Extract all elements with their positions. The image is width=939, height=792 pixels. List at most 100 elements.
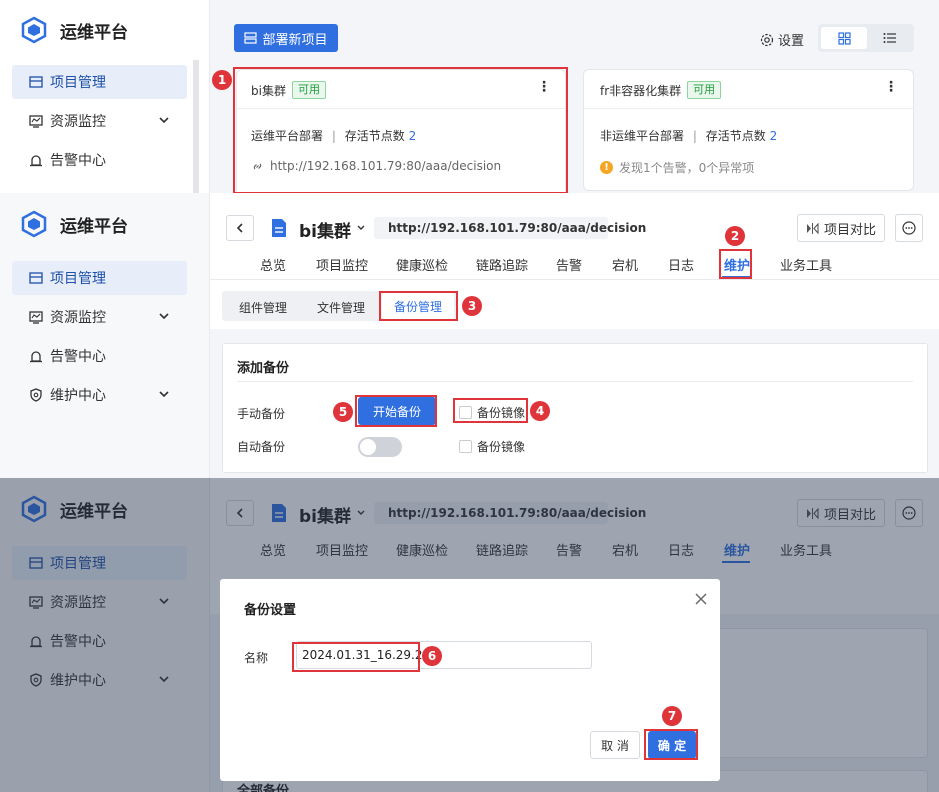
nodes-label: 存活节点数 <box>705 129 766 143</box>
nav-item-resource[interactable]: 资源监控 <box>12 104 187 138</box>
brand-name: 运维平台 <box>60 22 128 43</box>
nav-item-alert-label: 告警中心 <box>50 153 106 169</box>
tab-business-tools[interactable]: 业务工具 <box>780 255 832 274</box>
card-divider <box>584 108 913 109</box>
auto-mirror-label: 备份镜像 <box>477 440 526 454</box>
close-icon[interactable] <box>694 592 708 606</box>
grid-icon <box>837 31 851 45</box>
settings-label: 设置 <box>778 34 805 49</box>
document-icon <box>272 219 286 237</box>
compare-label: 项目对比 <box>823 222 876 238</box>
tab-alert[interactable]: 告警 <box>556 255 582 274</box>
settings-button[interactable]: 设置 <box>760 30 804 49</box>
view-toggle <box>818 24 914 52</box>
grid-view-button[interactable] <box>821 27 867 49</box>
section-title: 添加备份 <box>237 361 290 376</box>
annotation-box-4 <box>453 398 528 423</box>
deploy-project-button[interactable]: 部署新项目 <box>234 24 338 52</box>
subtab-components[interactable]: 组件管理 <box>239 299 287 316</box>
back-button[interactable] <box>226 215 254 241</box>
toggle-knob <box>360 439 376 455</box>
annotation-box-3 <box>379 291 458 321</box>
monitor-icon <box>28 309 44 325</box>
panel-backup-management: 运维平台 项目管理 资源监控 告警中心 维护中心 bi集群 http://192… <box>0 193 939 478</box>
alarm-icon <box>28 348 44 364</box>
name-label: 名称 <box>244 651 269 665</box>
alarm-icon <box>28 152 44 168</box>
list-icon <box>883 33 896 43</box>
nav-item-project-label: 项目管理 <box>50 271 106 287</box>
nav-item-alert[interactable]: 告警中心 <box>12 339 187 373</box>
card-alert: ! 发现1个告警，0个异常项 <box>600 159 754 176</box>
step-badge-1: 1 <box>212 70 232 90</box>
tab-health-check[interactable]: 健康巡检 <box>396 255 448 274</box>
card-info: 非运维平台部署 | 存活节点数 2 <box>600 127 777 144</box>
deploy-type: 非运维平台部署 <box>600 129 685 143</box>
shield-icon <box>28 387 44 403</box>
status-badge: 可用 <box>687 81 722 99</box>
panel-backup-dialog: 运维平台 项目管理 资源监控 告警中心 维护中心 bi集群 http://192… <box>0 478 939 792</box>
brand-logo-icon <box>21 210 47 238</box>
nav-item-project[interactable]: 项目管理 <box>12 261 187 295</box>
step-badge-4: 4 <box>530 401 550 421</box>
nav-item-resource-label: 资源监控 <box>50 310 106 326</box>
panel-project-list: 运维平台 项目管理 资源监控 告警中心 部署新项目 设置 bi集群 可用 ⋮ 运… <box>0 0 939 193</box>
tab-downtime[interactable]: 宕机 <box>612 255 638 274</box>
alert-text: 发现1个告警，0个异常项 <box>619 161 755 175</box>
nav-item-maintain[interactable]: 维护中心 <box>12 378 187 412</box>
tab-overview[interactable]: 总览 <box>260 255 286 274</box>
annotation-box-7 <box>644 729 698 760</box>
cancel-button[interactable]: 取 消 <box>590 731 640 759</box>
card-header: fr非容器化集群 可用 <box>600 81 722 99</box>
warning-icon: ! <box>600 161 613 174</box>
more-icon[interactable]: ⋮ <box>884 79 898 95</box>
chevron-left-icon <box>236 223 243 233</box>
compare-icon <box>806 222 819 234</box>
sidebar-scrollbar[interactable] <box>193 60 199 193</box>
chevron-down-icon <box>159 117 169 124</box>
step-badge-6: 6 <box>422 646 442 666</box>
sidebar: 运维平台 项目管理 资源监控 告警中心 <box>0 0 210 193</box>
more-button[interactable] <box>895 214 923 242</box>
project-title: bi集群 <box>299 222 351 242</box>
sidebar: 运维平台 项目管理 资源监控 告警中心 维护中心 <box>0 193 210 478</box>
auto-backup-label: 自动备份 <box>237 440 286 454</box>
compare-button[interactable]: 项目对比 <box>797 214 885 242</box>
step-badge-3: 3 <box>462 296 482 316</box>
annotation-box-6 <box>292 642 420 672</box>
step-badge-5: 5 <box>333 402 353 422</box>
card-title: fr非容器化集群 <box>600 83 682 98</box>
tab-trace[interactable]: 链路追踪 <box>476 255 528 274</box>
nav-item-resource[interactable]: 资源监控 <box>12 300 187 334</box>
step-badge-2: 2 <box>725 226 745 246</box>
gear-icon <box>760 33 774 46</box>
list-view-button[interactable] <box>868 27 912 49</box>
project-icon <box>28 270 44 286</box>
auto-mirror-checkbox[interactable]: 备份镜像 <box>459 438 525 455</box>
project-url[interactable]: http://192.168.101.79:80/aaa/decision <box>374 217 646 239</box>
dialog-title: 备份设置 <box>244 603 297 618</box>
chevron-down-icon <box>159 313 169 320</box>
nav-item-project[interactable]: 项目管理 <box>12 65 187 99</box>
section-divider <box>237 381 913 382</box>
project-card-fr[interactable]: fr非容器化集群 可用 ⋮ 非运维平台部署 | 存活节点数 2 ! 发现1个告警… <box>583 69 914 191</box>
nav-item-project-label: 项目管理 <box>50 75 106 91</box>
chevron-down-icon[interactable] <box>356 223 366 233</box>
manual-backup-label: 手动备份 <box>237 407 286 421</box>
auto-backup-toggle[interactable] <box>358 437 402 457</box>
subtab-files[interactable]: 文件管理 <box>317 299 365 316</box>
tabs-divider <box>210 279 939 280</box>
deploy-project-label: 部署新项目 <box>262 32 328 48</box>
step-badge-7: 7 <box>662 706 682 726</box>
cancel-label: 取 消 <box>601 738 629 753</box>
nav-item-alert[interactable]: 告警中心 <box>12 143 187 177</box>
more-circle-icon <box>902 221 916 235</box>
add-backup-panel: 添加备份 手动备份 开始备份 备份镜像 自动备份 备份镜像 <box>222 343 928 473</box>
brand: 运维平台 <box>20 16 128 44</box>
annotation-box-2 <box>719 249 752 279</box>
annotation-box-5 <box>355 395 437 427</box>
nodes-count: 2 <box>769 129 778 143</box>
tab-log[interactable]: 日志 <box>668 255 694 274</box>
tab-project-monitor[interactable]: 项目监控 <box>316 255 368 274</box>
annotation-box-1 <box>233 67 568 193</box>
